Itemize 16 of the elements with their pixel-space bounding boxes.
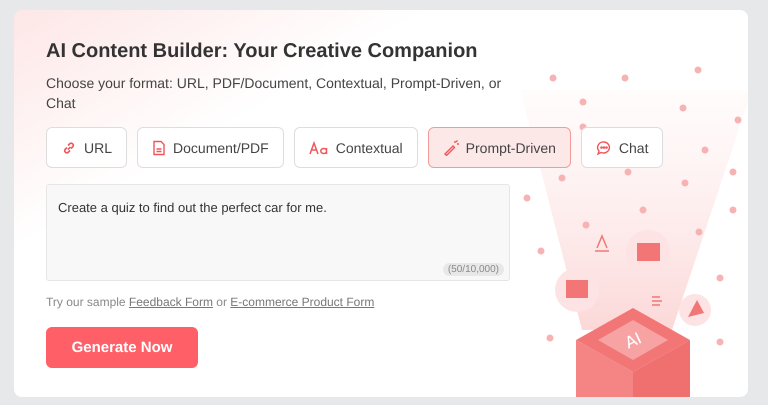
- link-icon: [61, 140, 77, 156]
- magic-wand-icon: [442, 140, 459, 156]
- document-icon: [152, 140, 166, 156]
- card-title: AI Content Builder: Your Creative Companion: [46, 40, 479, 63]
- font-icon: [308, 140, 329, 154]
- character-counter: (50/10,000): [442, 263, 504, 276]
- sample-link[interactable]: E-commerce Product Form: [230, 295, 374, 309]
- card-subtitle: Choose your format: URL, PDF/Document, Contextual, Prompt-Driven, or Chat: [46, 74, 502, 113]
- format-tab[interactable]: Chat: [580, 127, 664, 168]
- format-tab[interactable]: URL: [46, 127, 128, 168]
- sample-hint: Try our sample Feedback Form or E-commerce Product Form: [46, 295, 376, 309]
- format-tab[interactable]: Document/PDF: [137, 127, 284, 168]
- sample-link[interactable]: Feedback Form: [128, 295, 213, 309]
- format-tab[interactable]: Prompt-Driven: [428, 127, 571, 168]
- chat-icon: [596, 140, 612, 156]
- format-tab[interactable]: Contextual: [294, 127, 418, 168]
